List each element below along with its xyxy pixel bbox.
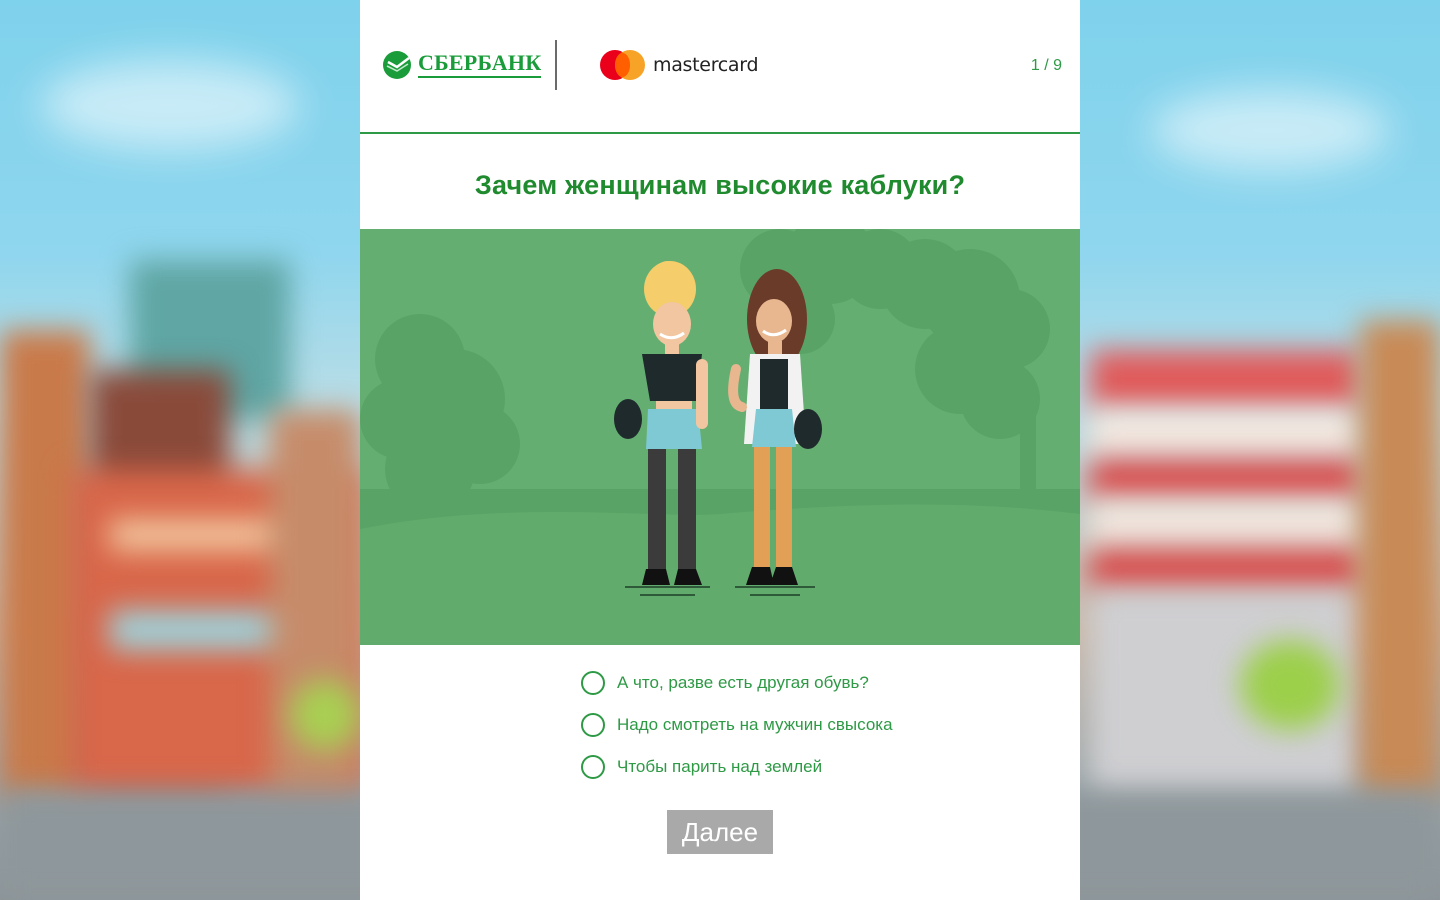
answer-option-3[interactable]: Чтобы парить над землей bbox=[581, 746, 893, 788]
quiz-card: СБЕРБАНК mastercard 1 / 9 Зачем женщинам… bbox=[360, 0, 1080, 900]
answer-options: А что, разве есть другая обувь? Надо смо… bbox=[581, 662, 893, 788]
answer-option-2[interactable]: Надо смотреть на мужчин свысока bbox=[581, 704, 893, 746]
header: СБЕРБАНК mastercard 1 / 9 bbox=[360, 0, 1080, 134]
answer-option-label: Чтобы парить над землей bbox=[617, 757, 823, 776]
mastercard-logo: mastercard bbox=[600, 50, 759, 80]
mastercard-circles-icon bbox=[600, 50, 645, 80]
two-women-illustration bbox=[360, 229, 1080, 645]
radio-icon[interactable] bbox=[581, 671, 605, 695]
answer-option-1[interactable]: А что, разве есть другая обувь? bbox=[581, 662, 893, 704]
sberbank-mark-icon bbox=[383, 51, 411, 79]
mastercard-name: mastercard bbox=[653, 54, 759, 76]
answer-option-label: Надо смотреть на мужчин свысока bbox=[617, 715, 893, 734]
question-progress: 1 / 9 bbox=[1030, 57, 1062, 74]
next-button[interactable]: Далее bbox=[667, 810, 773, 854]
quiz-illustration bbox=[360, 229, 1080, 645]
radio-icon[interactable] bbox=[581, 713, 605, 737]
sberbank-name: СБЕРБАНК bbox=[418, 52, 542, 78]
sberbank-logo: СБЕРБАНК bbox=[382, 50, 542, 80]
logo-divider bbox=[555, 40, 557, 90]
question-title: Зачем женщинам высокие каблуки? bbox=[474, 170, 966, 200]
answer-option-label: А что, разве есть другая обувь? bbox=[617, 673, 869, 692]
radio-icon[interactable] bbox=[581, 755, 605, 779]
